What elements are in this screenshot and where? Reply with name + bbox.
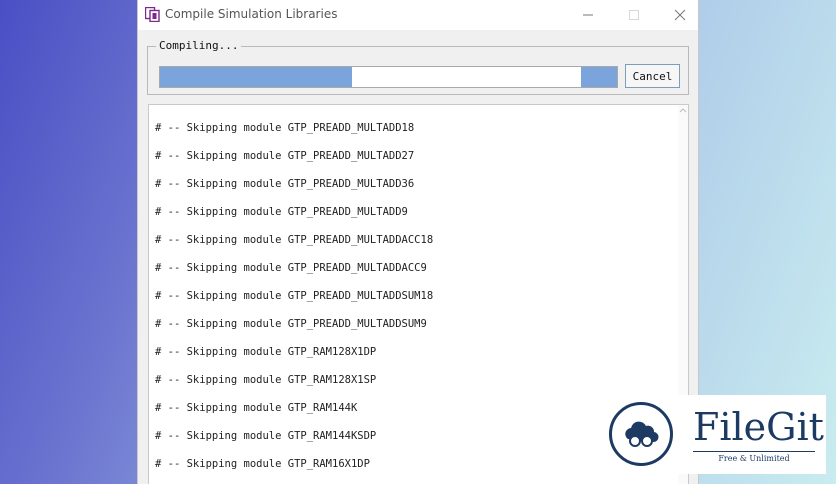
window-title: Compile Simulation Libraries — [165, 7, 338, 21]
filegit-name: FileGit — [693, 405, 824, 449]
title-bar[interactable]: Compile Simulation Libraries — [138, 0, 698, 30]
log-line: # -- Skipping module GTP_RAM16X1DP — [155, 458, 370, 470]
log-line: # -- Skipping module GTP_RAM144K — [155, 402, 358, 414]
minimize-icon — [583, 14, 593, 16]
group-label: Compiling... — [156, 39, 242, 52]
log-line: # -- Skipping module GTP_PREADD_MULTADDA… — [155, 262, 427, 274]
cancel-button[interactable]: Cancel — [625, 64, 680, 88]
filegit-logo — [609, 402, 673, 466]
filegit-tagline: Free & Unlimited — [693, 451, 815, 463]
compiling-group: Compiling... Cancel — [147, 39, 689, 95]
log-line: # -- Skipping module GTP_RAM128X1SP — [155, 374, 377, 386]
app-icon — [145, 7, 160, 22]
progress-fill — [160, 67, 352, 87]
log-line: # -- Skipping module GTP_RAM128X1DP — [155, 346, 377, 358]
maximize-button[interactable] — [612, 0, 656, 30]
log-line: # -- Skipping module GTP_PREADD_MULTADD9 — [155, 206, 408, 218]
maximize-icon — [629, 10, 639, 20]
log-line: # -- Skipping module GTP_PREADD_MULTADD3… — [155, 178, 415, 190]
close-icon — [674, 9, 686, 21]
log-line: # -- Skipping module GTP_PREADD_MULTADD2… — [155, 150, 415, 162]
cloud-icon — [625, 421, 659, 447]
minimize-button[interactable] — [566, 0, 610, 30]
log-line: # -- Skipping module GTP_PREADD_MULTADDS… — [155, 290, 434, 302]
progress-bar — [159, 66, 618, 88]
log-line: # -- Skipping module GTP_PREADD_MULTADDS… — [155, 318, 427, 330]
progress-marquee-segment — [581, 67, 617, 87]
log-line: # -- Skipping module GTP_PREADD_MULTADDA… — [155, 234, 434, 246]
close-button[interactable] — [658, 0, 698, 30]
filegit-watermark: FileGit Free & Unlimited — [603, 395, 826, 474]
log-line: # -- Skipping module GTP_PREADD_MULTADD1… — [155, 122, 415, 134]
chevron-up-icon[interactable] — [679, 107, 687, 113]
log-line: # -- Skipping module GTP_RAM144KSDP — [155, 430, 377, 442]
